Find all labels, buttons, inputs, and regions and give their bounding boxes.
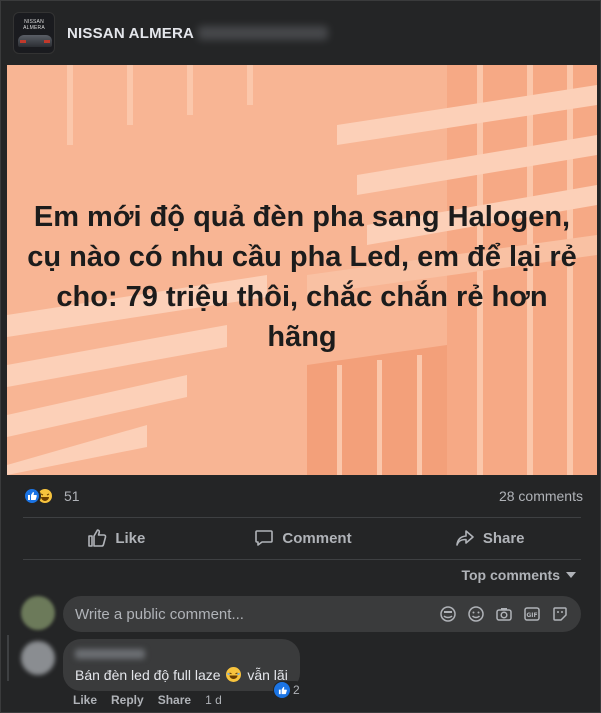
thumbs-up-icon (88, 529, 107, 547)
like-icon (23, 487, 41, 505)
comment-reply-link[interactable]: Reply (111, 693, 144, 707)
svg-text:GIF: GIF (526, 612, 537, 619)
divider-top (23, 517, 581, 518)
comment-input[interactable]: Write a public comment... GIF (63, 596, 581, 632)
post-text: Em mới độ quả đèn pha sang Halogen, cụ n… (27, 201, 577, 353)
car-lights (20, 40, 50, 43)
commenter-name-blurred[interactable] (75, 649, 145, 659)
camera-icon[interactable] (495, 605, 513, 623)
viewer-avatar[interactable] (21, 596, 55, 630)
comment-icon (255, 530, 274, 546)
post-card: NISSAN ALMERA NISSAN ALMERA Em mới độ qu… (0, 0, 601, 713)
comment-meta: Like Reply Share 1 d (73, 693, 222, 707)
reactions-row: 51 28 comments (23, 483, 583, 509)
thread-line (7, 635, 9, 681)
share-button[interactable]: Share (396, 519, 583, 557)
comment-reaction-count: 2 (293, 683, 300, 697)
group-name[interactable]: NISSAN ALMERA (67, 25, 194, 42)
comment-text: Bán đèn led độ full laze vẫn lãi (75, 667, 288, 683)
comment-bubble: Bán đèn led độ full laze vẫn lãi (63, 639, 300, 691)
comment-timestamp[interactable]: 1 d (205, 693, 222, 707)
comment-placeholder: Write a public comment... (75, 605, 244, 623)
caret-down-icon (566, 572, 576, 578)
comment-reaction[interactable]: 2 (273, 681, 304, 699)
like-button[interactable]: Like (23, 519, 210, 557)
gif-icon[interactable]: GIF (523, 605, 541, 623)
top-comments-label: Top comments (461, 567, 560, 583)
like-label: Like (115, 529, 146, 547)
laughing-emoji-icon (226, 667, 242, 682)
reaction-count: 51 (64, 488, 80, 504)
share-icon (456, 530, 474, 546)
top-comments-dropdown[interactable]: Top comments (461, 567, 576, 583)
comment-text-start: Bán đèn led độ full laze (75, 667, 221, 683)
commenter-avatar[interactable] (21, 641, 55, 675)
divider-bottom (23, 559, 581, 560)
reaction-summary[interactable]: 51 (23, 487, 80, 505)
post-header: NISSAN ALMERA NISSAN ALMERA (1, 1, 601, 65)
avatar-logo-text: NISSAN ALMERA (23, 19, 45, 31)
comments-count-link[interactable]: 28 comments (499, 488, 583, 504)
avatar-sticker-icon[interactable] (439, 605, 457, 623)
post-image[interactable]: Em mới độ quả đèn pha sang Halogen, cụ n… (7, 65, 597, 475)
like-icon (274, 682, 290, 698)
comment-input-tools: GIF (439, 605, 569, 623)
sticker-icon[interactable] (551, 605, 569, 623)
comment-share-link[interactable]: Share (158, 693, 191, 707)
share-label: Share (482, 529, 525, 547)
group-avatar[interactable]: NISSAN ALMERA (13, 12, 55, 54)
comment-label: Comment (282, 529, 352, 547)
comment-button[interactable]: Comment (210, 519, 397, 557)
comment-like-link[interactable]: Like (73, 693, 97, 707)
emoji-icon[interactable] (467, 605, 485, 623)
post-actions: Like Comment Share (23, 519, 583, 557)
blurred-group-suffix (198, 26, 329, 40)
